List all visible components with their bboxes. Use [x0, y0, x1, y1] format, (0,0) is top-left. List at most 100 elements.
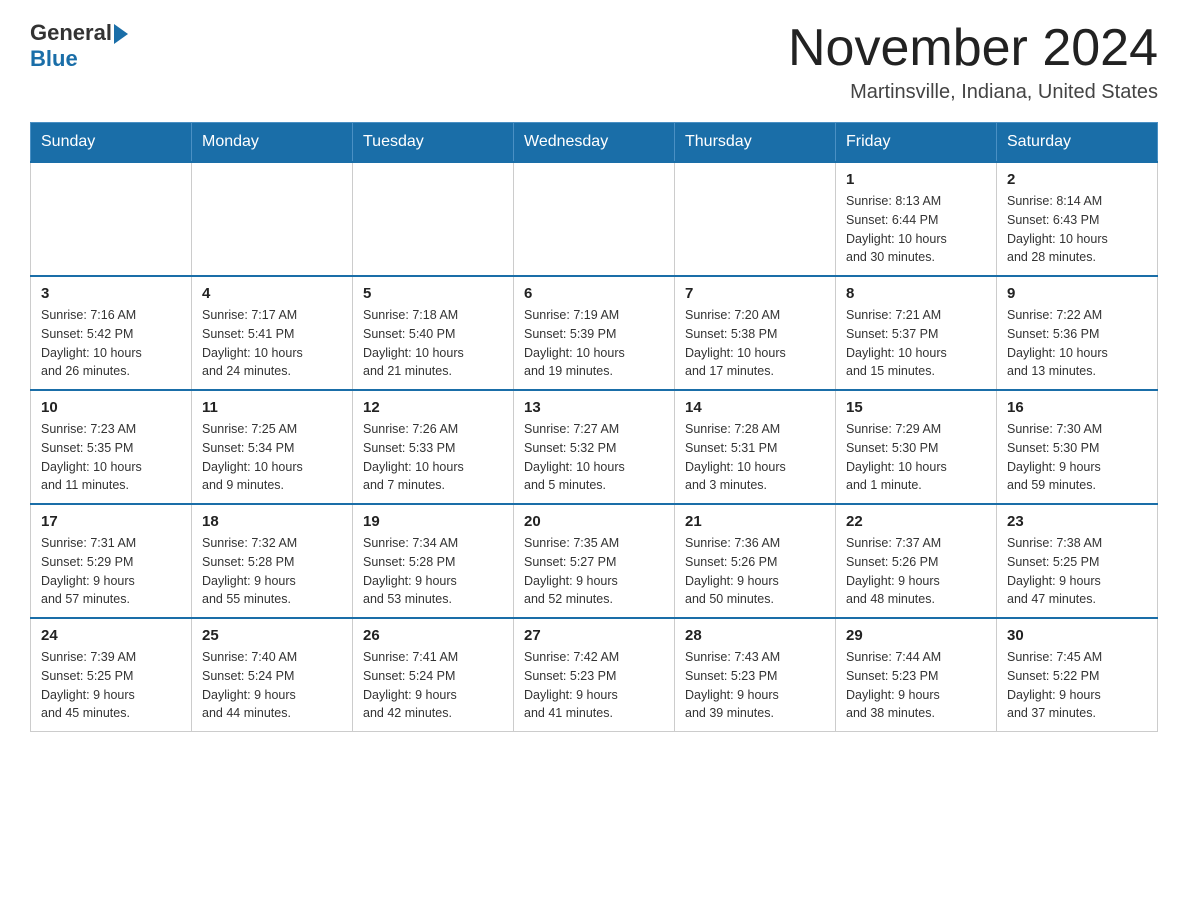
calendar-cell: 11 Sunrise: 7:25 AM Sunset: 5:34 PM Dayli… — [192, 390, 353, 504]
day-number: 11 — [202, 399, 342, 416]
day-number: 18 — [202, 513, 342, 530]
calendar-cell: 26 Sunrise: 7:41 AM Sunset: 5:24 PM Dayli… — [353, 618, 514, 732]
day-number: 21 — [685, 513, 825, 530]
day-number: 13 — [524, 399, 664, 416]
calendar-cell: 5 Sunrise: 7:18 AM Sunset: 5:40 PM Daylig… — [353, 276, 514, 390]
day-info: Sunrise: 7:36 AM Sunset: 5:26 PM Dayligh… — [685, 534, 825, 609]
calendar-header-sunday: Sunday — [31, 123, 192, 163]
calendar-week-2: 3 Sunrise: 7:16 AM Sunset: 5:42 PM Daylig… — [31, 276, 1158, 390]
calendar-cell: 28 Sunrise: 7:43 AM Sunset: 5:23 PM Dayli… — [675, 618, 836, 732]
logo: General Blue — [30, 20, 128, 72]
calendar-cell: 6 Sunrise: 7:19 AM Sunset: 5:39 PM Daylig… — [514, 276, 675, 390]
day-number: 24 — [41, 627, 181, 644]
day-info: Sunrise: 7:39 AM Sunset: 5:25 PM Dayligh… — [41, 648, 181, 723]
day-number: 12 — [363, 399, 503, 416]
calendar-week-5: 24 Sunrise: 7:39 AM Sunset: 5:25 PM Dayli… — [31, 618, 1158, 732]
day-number: 6 — [524, 285, 664, 302]
day-number: 3 — [41, 285, 181, 302]
day-info: Sunrise: 7:30 AM Sunset: 5:30 PM Dayligh… — [1007, 420, 1147, 495]
day-info: Sunrise: 7:32 AM Sunset: 5:28 PM Dayligh… — [202, 534, 342, 609]
calendar-cell: 21 Sunrise: 7:36 AM Sunset: 5:26 PM Dayli… — [675, 504, 836, 618]
calendar-cell: 30 Sunrise: 7:45 AM Sunset: 5:22 PM Dayli… — [997, 618, 1158, 732]
day-number: 8 — [846, 285, 986, 302]
day-info: Sunrise: 7:40 AM Sunset: 5:24 PM Dayligh… — [202, 648, 342, 723]
day-info: Sunrise: 7:43 AM Sunset: 5:23 PM Dayligh… — [685, 648, 825, 723]
calendar-cell: 24 Sunrise: 7:39 AM Sunset: 5:25 PM Dayli… — [31, 618, 192, 732]
day-number: 29 — [846, 627, 986, 644]
calendar-cell: 17 Sunrise: 7:31 AM Sunset: 5:29 PM Dayli… — [31, 504, 192, 618]
day-info: Sunrise: 7:44 AM Sunset: 5:23 PM Dayligh… — [846, 648, 986, 723]
calendar-cell: 15Sunrise: 7:29 AM Sunset: 5:30 PM Dayli… — [836, 390, 997, 504]
day-info: Sunrise: 7:21 AM Sunset: 5:37 PM Dayligh… — [846, 306, 986, 381]
calendar-cell: 12 Sunrise: 7:26 AM Sunset: 5:33 PM Dayli… — [353, 390, 514, 504]
day-number: 7 — [685, 285, 825, 302]
day-info: Sunrise: 7:17 AM Sunset: 5:41 PM Dayligh… — [202, 306, 342, 381]
day-number: 26 — [363, 627, 503, 644]
calendar-header-wednesday: Wednesday — [514, 123, 675, 163]
day-info: Sunrise: 7:18 AM Sunset: 5:40 PM Dayligh… — [363, 306, 503, 381]
day-info: Sunrise: 7:38 AM Sunset: 5:25 PM Dayligh… — [1007, 534, 1147, 609]
calendar-header-thursday: Thursday — [675, 123, 836, 163]
calendar-cell — [353, 162, 514, 276]
calendar-cell: 2Sunrise: 8:14 AM Sunset: 6:43 PM Daylig… — [997, 162, 1158, 276]
day-number: 23 — [1007, 513, 1147, 530]
calendar-cell: 20 Sunrise: 7:35 AM Sunset: 5:27 PM Dayli… — [514, 504, 675, 618]
calendar-cell: 7Sunrise: 7:20 AM Sunset: 5:38 PM Daylig… — [675, 276, 836, 390]
logo-blue-text: Blue — [30, 46, 78, 72]
calendar-cell: 10Sunrise: 7:23 AM Sunset: 5:35 PM Dayli… — [31, 390, 192, 504]
day-number: 28 — [685, 627, 825, 644]
day-number: 5 — [363, 285, 503, 302]
calendar-cell: 22Sunrise: 7:37 AM Sunset: 5:26 PM Dayli… — [836, 504, 997, 618]
logo-arrow-icon — [114, 24, 128, 44]
day-info: Sunrise: 7:25 AM Sunset: 5:34 PM Dayligh… — [202, 420, 342, 495]
day-number: 9 — [1007, 285, 1147, 302]
day-number: 4 — [202, 285, 342, 302]
day-number: 25 — [202, 627, 342, 644]
month-title: November 2024 — [788, 20, 1158, 77]
day-info: Sunrise: 7:41 AM Sunset: 5:24 PM Dayligh… — [363, 648, 503, 723]
day-number: 17 — [41, 513, 181, 530]
calendar-cell: 16Sunrise: 7:30 AM Sunset: 5:30 PM Dayli… — [997, 390, 1158, 504]
calendar-cell — [192, 162, 353, 276]
day-number: 27 — [524, 627, 664, 644]
calendar-cell: 13Sunrise: 7:27 AM Sunset: 5:32 PM Dayli… — [514, 390, 675, 504]
day-info: Sunrise: 7:16 AM Sunset: 5:42 PM Dayligh… — [41, 306, 181, 381]
calendar-cell: 25 Sunrise: 7:40 AM Sunset: 5:24 PM Dayli… — [192, 618, 353, 732]
day-info: Sunrise: 7:29 AM Sunset: 5:30 PM Dayligh… — [846, 420, 986, 495]
day-info: Sunrise: 7:37 AM Sunset: 5:26 PM Dayligh… — [846, 534, 986, 609]
day-info: Sunrise: 7:45 AM Sunset: 5:22 PM Dayligh… — [1007, 648, 1147, 723]
day-info: Sunrise: 7:31 AM Sunset: 5:29 PM Dayligh… — [41, 534, 181, 609]
calendar-header-tuesday: Tuesday — [353, 123, 514, 163]
calendar-cell: 8 Sunrise: 7:21 AM Sunset: 5:37 PM Daylig… — [836, 276, 997, 390]
day-number: 1 — [846, 171, 986, 188]
calendar-cell: 18 Sunrise: 7:32 AM Sunset: 5:28 PM Dayli… — [192, 504, 353, 618]
day-info: Sunrise: 7:42 AM Sunset: 5:23 PM Dayligh… — [524, 648, 664, 723]
title-section: November 2024 Martinsville, Indiana, Uni… — [788, 20, 1158, 104]
calendar-header-friday: Friday — [836, 123, 997, 163]
calendar-cell — [31, 162, 192, 276]
calendar-cell: 14Sunrise: 7:28 AM Sunset: 5:31 PM Dayli… — [675, 390, 836, 504]
calendar-cell: 23 Sunrise: 7:38 AM Sunset: 5:25 PM Dayli… — [997, 504, 1158, 618]
calendar-week-1: 1 Sunrise: 8:13 AM Sunset: 6:44 PM Daylig… — [31, 162, 1158, 276]
day-info: Sunrise: 7:23 AM Sunset: 5:35 PM Dayligh… — [41, 420, 181, 495]
calendar-cell: 1 Sunrise: 8:13 AM Sunset: 6:44 PM Daylig… — [836, 162, 997, 276]
day-number: 30 — [1007, 627, 1147, 644]
calendar-header-monday: Monday — [192, 123, 353, 163]
day-info: Sunrise: 7:22 AM Sunset: 5:36 PM Dayligh… — [1007, 306, 1147, 381]
day-info: Sunrise: 7:28 AM Sunset: 5:31 PM Dayligh… — [685, 420, 825, 495]
calendar-table: SundayMondayTuesdayWednesdayThursdayFrid… — [30, 122, 1158, 732]
day-number: 2 — [1007, 171, 1147, 188]
day-info: Sunrise: 7:34 AM Sunset: 5:28 PM Dayligh… — [363, 534, 503, 609]
day-info: Sunrise: 7:35 AM Sunset: 5:27 PM Dayligh… — [524, 534, 664, 609]
calendar-week-4: 17 Sunrise: 7:31 AM Sunset: 5:29 PM Dayli… — [31, 504, 1158, 618]
calendar-cell — [675, 162, 836, 276]
calendar-cell: 4 Sunrise: 7:17 AM Sunset: 5:41 PM Daylig… — [192, 276, 353, 390]
page-header: General Blue November 2024 Martinsville,… — [30, 20, 1158, 104]
day-info: Sunrise: 7:26 AM Sunset: 5:33 PM Dayligh… — [363, 420, 503, 495]
day-info: Sunrise: 7:19 AM Sunset: 5:39 PM Dayligh… — [524, 306, 664, 381]
logo-general-text: General — [30, 20, 112, 46]
day-number: 20 — [524, 513, 664, 530]
calendar-cell: 27 Sunrise: 7:42 AM Sunset: 5:23 PM Dayli… — [514, 618, 675, 732]
calendar-cell: 9 Sunrise: 7:22 AM Sunset: 5:36 PM Daylig… — [997, 276, 1158, 390]
day-info: Sunrise: 8:13 AM Sunset: 6:44 PM Dayligh… — [846, 192, 986, 267]
